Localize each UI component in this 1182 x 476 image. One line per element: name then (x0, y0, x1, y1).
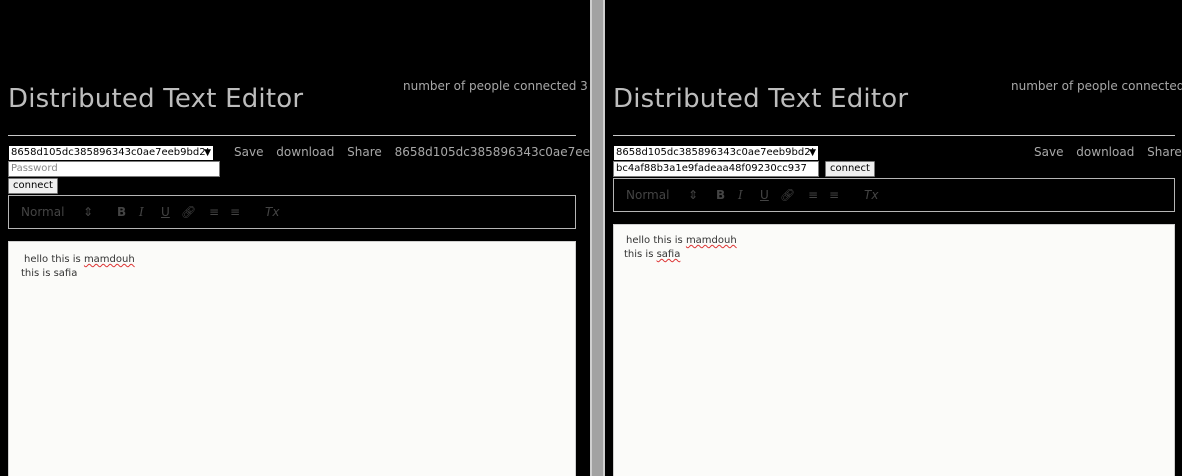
format-select-arrows-icon[interactable]: ⇕ (688, 188, 698, 202)
format-select[interactable]: Normal (626, 188, 669, 202)
editor-area[interactable]: hello this is mamdouh this is safia (8, 241, 576, 476)
chevron-down-icon: ▼ (809, 148, 816, 158)
download-link[interactable]: download (276, 145, 334, 159)
download-link[interactable]: download (1076, 145, 1134, 159)
bold-button[interactable]: B (117, 205, 126, 219)
share-key-input[interactable]: bc4af88b3a1e9fadeaa48f09230cc937 (613, 161, 819, 177)
italic-button[interactable]: I (738, 188, 743, 202)
save-link[interactable]: Save (234, 145, 263, 159)
editor-line-2: this is safia (624, 249, 680, 260)
connected-count: number of people connected 3 (1011, 79, 1182, 93)
bold-button[interactable]: B (716, 188, 725, 202)
bullet-list-icon[interactable]: ≡ (230, 205, 240, 219)
connect-button[interactable]: connect (825, 161, 875, 177)
misspelled-word: safia (656, 249, 681, 260)
editor-line-1: hello this is mamdouh (24, 254, 135, 265)
editor-line-1-text: hello this is (626, 235, 686, 246)
document-select-value: 8658d105dc385896343c0ae7eeb9bd2! (11, 147, 210, 158)
editor-toolbar: Normal ⇕ B I U 🔗︎ ≡ ≡ Tx (8, 195, 576, 229)
link-icon[interactable]: 🔗︎ (780, 188, 795, 202)
left-window: Distributed Text Editor number of people… (0, 0, 590, 476)
format-select[interactable]: Normal (21, 205, 64, 219)
divider-line (8, 135, 576, 136)
format-select-arrows-icon[interactable]: ⇕ (83, 205, 93, 219)
clear-format-icon[interactable]: Tx (864, 188, 878, 202)
right-window: Distributed Text Editor number of people… (605, 0, 1182, 476)
editor-line-2: this is safia (21, 268, 78, 279)
underline-button[interactable]: U (760, 188, 769, 202)
connect-button[interactable]: connect (8, 178, 58, 194)
share-id-text: 8658d105dc385896343c0ae7eeb9bc (394, 145, 590, 159)
document-select[interactable]: 8658d105dc385896343c0ae7eeb9bd2! ▼ (8, 145, 214, 161)
editor-line-2-text: this is (624, 249, 657, 260)
misspelled-word: mamdouh (685, 235, 737, 246)
save-link[interactable]: Save (1034, 145, 1063, 159)
misspelled-word: mamdouh (83, 254, 135, 265)
document-select[interactable]: 8658d105dc385896343c0ae7eeb9bd2! ▼ (613, 145, 819, 161)
page-title: Distributed Text Editor (8, 84, 304, 114)
window-divider[interactable] (590, 0, 605, 476)
ordered-list-icon[interactable]: ≡ (209, 205, 219, 219)
underline-button[interactable]: U (161, 205, 170, 219)
chevron-down-icon: ▼ (204, 148, 211, 158)
editor-toolbar: Normal ⇕ B I U 🔗︎ ≡ ≡ Tx (613, 178, 1175, 212)
editor-line-1-text: hello this is (24, 254, 84, 265)
action-links: Save download Share (1034, 145, 1182, 159)
password-input[interactable]: Password (8, 161, 220, 177)
share-link[interactable]: Share (1147, 145, 1182, 159)
ordered-list-icon[interactable]: ≡ (808, 188, 818, 202)
italic-button[interactable]: I (139, 205, 144, 219)
clear-format-icon[interactable]: Tx (265, 205, 279, 219)
connected-count: number of people connected 3 (403, 79, 588, 93)
editor-line-1: hello this is mamdouh (626, 235, 737, 246)
document-select-value: 8658d105dc385896343c0ae7eeb9bd2! (616, 147, 815, 158)
link-icon[interactable]: 🔗︎ (181, 205, 196, 219)
divider-line (613, 135, 1175, 136)
share-link[interactable]: Share (347, 145, 382, 159)
editor-area[interactable]: hello this is mamdouh this is safia (613, 224, 1175, 476)
bullet-list-icon[interactable]: ≡ (829, 188, 839, 202)
page-title: Distributed Text Editor (613, 84, 909, 114)
action-links: Save download Share 8658d105dc385896343c… (234, 145, 590, 159)
